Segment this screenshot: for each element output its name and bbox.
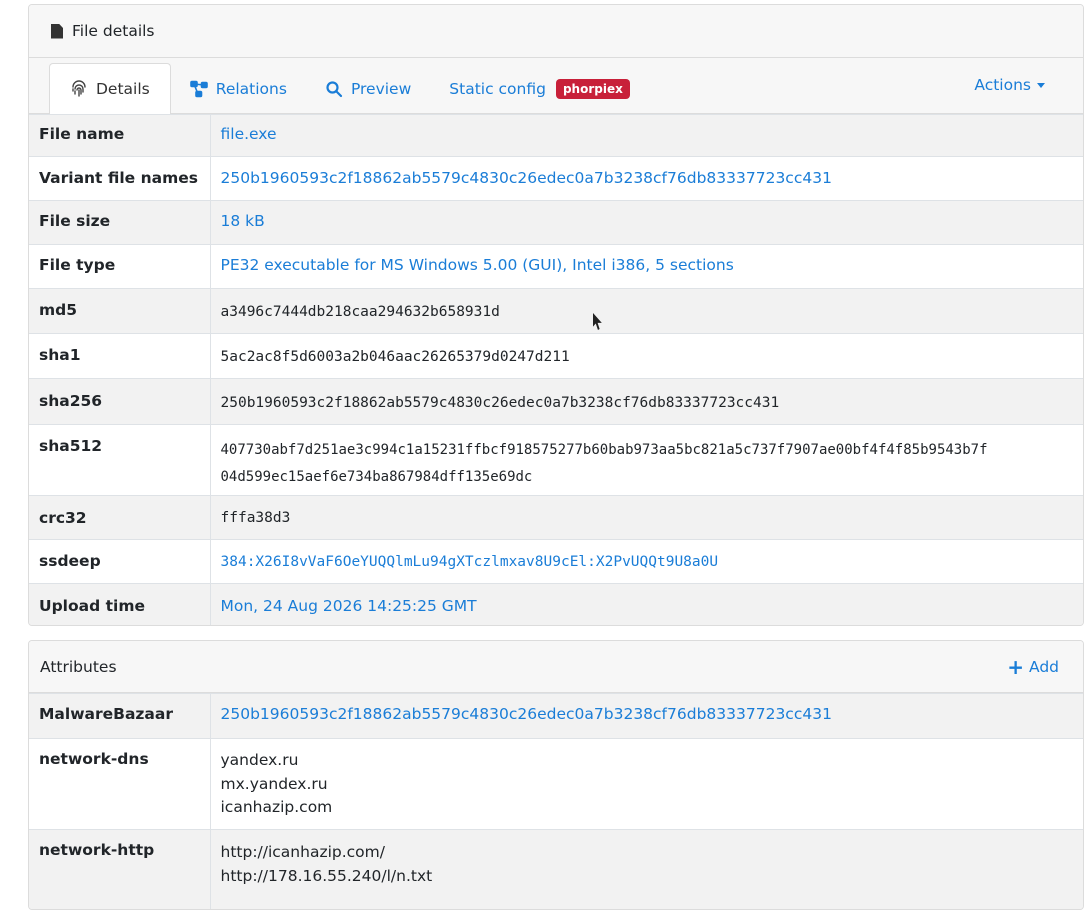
table-row: md5 a3496c7444db218caa294632b658931d bbox=[29, 289, 1083, 334]
row-key: sha512 bbox=[29, 425, 210, 496]
plus-icon: + bbox=[1007, 658, 1024, 676]
table-row: network-dns yandex.ru mx.yandex.ru icanh… bbox=[29, 739, 1083, 830]
tab-details-label: Details bbox=[96, 80, 150, 98]
row-key: File size bbox=[29, 201, 210, 245]
attributes-title: Attributes bbox=[40, 658, 117, 676]
tab-relations[interactable]: Relations bbox=[171, 63, 306, 114]
dns-entry: icanhazip.com bbox=[221, 796, 1074, 820]
ssdeep-link[interactable]: 384:X26I8vVaF6OeYUQQlmLu94gXTczlmxav8U9c… bbox=[221, 554, 719, 570]
tab-static-config-label: Static config bbox=[449, 80, 546, 98]
row-key: network-dns bbox=[29, 739, 210, 830]
table-row: MalwareBazaar 250b1960593c2f18862ab5579c… bbox=[29, 694, 1083, 739]
table-row: ssdeep 384:X26I8vVaF6OeYUQQlmLu94gXTczlm… bbox=[29, 540, 1083, 584]
md5-value: a3496c7444db218caa294632b658931d bbox=[221, 304, 500, 320]
table-row: crc32 fffa38d3 bbox=[29, 496, 1083, 540]
row-key: MalwareBazaar bbox=[29, 694, 210, 739]
table-row: Variant file names 250b1960593c2f18862ab… bbox=[29, 157, 1083, 201]
sha512-line-2: 04d599ec15aef6e734ba867984dff135e69dc bbox=[221, 464, 1074, 491]
search-icon bbox=[325, 80, 343, 98]
file-details-title: File details bbox=[72, 22, 155, 40]
row-key: ssdeep bbox=[29, 540, 210, 584]
table-row: File size 18 kB bbox=[29, 201, 1083, 245]
row-key: File type bbox=[29, 245, 210, 289]
upload-time-link[interactable]: Mon, 24 Aug 2026 14:25:25 GMT bbox=[221, 597, 477, 615]
file-icon bbox=[51, 24, 63, 39]
dns-entry: mx.yandex.ru bbox=[221, 773, 1074, 797]
table-row: network-http http://icanhazip.com/ http:… bbox=[29, 830, 1083, 910]
sha512-line-1: 407730abf7d251ae3c994c1a15231ffbcf918575… bbox=[221, 437, 1074, 464]
actions-label: Actions bbox=[974, 76, 1031, 94]
row-key: File name bbox=[29, 115, 210, 157]
row-key: network-http bbox=[29, 830, 210, 910]
add-attribute-button[interactable]: + Add bbox=[1007, 658, 1059, 676]
attributes-card: Attributes + Add MalwareBazaar 250b19605… bbox=[28, 640, 1084, 910]
dns-entry: yandex.ru bbox=[221, 749, 1074, 773]
tab-preview[interactable]: Preview bbox=[306, 63, 430, 114]
table-row: sha512 407730abf7d251ae3c994c1a15231ffbc… bbox=[29, 425, 1083, 496]
file-details-table: File name file.exe Variant file names 25… bbox=[29, 114, 1083, 626]
file-details-header: File details bbox=[29, 5, 1083, 58]
file-size-link[interactable]: 18 kB bbox=[221, 212, 265, 230]
row-key: crc32 bbox=[29, 496, 210, 540]
sha256-value: 250b1960593c2f18862ab5579c4830c26edec0a7… bbox=[221, 395, 780, 411]
tab-relations-label: Relations bbox=[216, 80, 287, 98]
fingerprint-icon bbox=[70, 80, 88, 98]
actions-dropdown[interactable]: Actions bbox=[974, 76, 1045, 94]
row-key: Variant file names bbox=[29, 157, 210, 201]
sha1-value: 5ac2ac8f5d6003a2b046aac26265379d0247d211 bbox=[221, 349, 570, 365]
table-row: Upload time Mon, 24 Aug 2026 14:25:25 GM… bbox=[29, 584, 1083, 627]
tab-details[interactable]: Details bbox=[49, 63, 171, 114]
table-row: sha1 5ac2ac8f5d6003a2b046aac26265379d024… bbox=[29, 334, 1083, 379]
http-entry: http://178.16.55.240/l/n.txt bbox=[221, 865, 1074, 889]
relations-icon bbox=[190, 80, 208, 98]
caret-down-icon bbox=[1037, 83, 1045, 88]
malwarebazaar-link[interactable]: 250b1960593c2f18862ab5579c4830c26edec0a7… bbox=[221, 705, 832, 723]
tab-preview-label: Preview bbox=[351, 80, 411, 98]
file-details-card: File details Details bbox=[28, 4, 1084, 626]
table-row: File name file.exe bbox=[29, 115, 1083, 157]
phorpiex-badge: phorpiex bbox=[556, 79, 630, 99]
tabs-bar: Details Relations bbox=[29, 58, 1083, 114]
row-key: md5 bbox=[29, 289, 210, 334]
table-row: sha256 250b1960593c2f18862ab5579c4830c26… bbox=[29, 379, 1083, 425]
row-key: Upload time bbox=[29, 584, 210, 627]
http-entry: http://icanhazip.com/ bbox=[221, 841, 1074, 865]
tab-static-config[interactable]: Static config phorpiex bbox=[430, 63, 649, 114]
crc32-value: fffa38d3 bbox=[221, 510, 291, 526]
tab-list: Details Relations bbox=[49, 63, 649, 114]
add-label: Add bbox=[1029, 658, 1059, 676]
table-row: File type PE32 executable for MS Windows… bbox=[29, 245, 1083, 289]
file-type-link[interactable]: PE32 executable for MS Windows 5.00 (GUI… bbox=[221, 256, 734, 274]
attributes-table: MalwareBazaar 250b1960593c2f18862ab5579c… bbox=[29, 693, 1083, 910]
row-key: sha1 bbox=[29, 334, 210, 379]
row-key: sha256 bbox=[29, 379, 210, 425]
variant-file-name-link[interactable]: 250b1960593c2f18862ab5579c4830c26edec0a7… bbox=[221, 169, 832, 187]
attributes-header: Attributes + Add bbox=[29, 641, 1083, 693]
file-name-link[interactable]: file.exe bbox=[221, 125, 277, 143]
